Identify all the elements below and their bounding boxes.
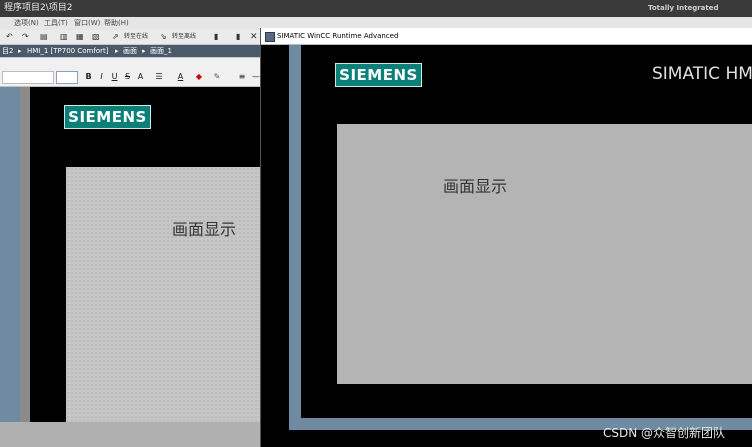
editor-status-area (0, 422, 262, 447)
undo-icon[interactable]: ↶ (6, 30, 13, 44)
line-color-icon[interactable]: ✎ (212, 71, 222, 82)
runtime-frame-stripe-left (289, 45, 301, 418)
runtime-text-field: 画面显示 (443, 177, 508, 196)
cross-ref-icon[interactable]: ▮ (236, 30, 240, 44)
menu-item-window[interactable]: 窗口(W) (74, 17, 100, 30)
line-style-icon[interactable]: ≡ (236, 71, 248, 82)
wincc-app-icon (265, 32, 275, 42)
redo-icon[interactable]: ↷ (22, 30, 29, 44)
italic-button[interactable]: I (97, 71, 106, 82)
breadcrumb-item[interactable]: HMI_1 [TP700 Comfort] (27, 45, 108, 57)
editor-frame-stripe (0, 87, 20, 422)
simulate-icon[interactable]: ▧ (92, 30, 100, 44)
breadcrumb-item[interactable]: 目2 (2, 45, 13, 57)
bold-button[interactable]: B (84, 71, 93, 82)
close-editor-button[interactable]: ✕ (250, 30, 258, 44)
download-icon[interactable]: ▥ (60, 30, 68, 44)
font-select[interactable] (2, 71, 54, 84)
csdn-watermark: CSDN @众智创新团队 (603, 426, 726, 440)
online-icon[interactable]: ⇗ (112, 30, 119, 44)
upload-icon[interactable]: ▦ (76, 30, 84, 44)
breadcrumb-separator-icon: ▸ (18, 47, 22, 55)
fill-color-icon[interactable]: ◆ (194, 71, 204, 82)
font-color-button[interactable]: A (176, 71, 185, 82)
breadcrumb-item[interactable]: 画面_1 (150, 45, 172, 57)
split-view-icon[interactable]: ▮ (214, 30, 218, 44)
breadcrumb-item[interactable]: 画面 (123, 45, 137, 57)
editor-siemens-logo[interactable]: SIEMENS (64, 105, 151, 129)
runtime-window-title: SIMATIC WinCC Runtime Advanced (277, 32, 399, 40)
menu-item-options[interactable]: 选项(N) (14, 17, 39, 30)
underline-button[interactable]: U (110, 71, 119, 82)
menu-item-help[interactable]: 帮助(H) (104, 17, 129, 30)
runtime-screen-area[interactable] (337, 124, 752, 384)
breadcrumb-separator-icon: ▸ (142, 47, 146, 55)
editor-screen-canvas[interactable] (66, 167, 262, 422)
editor-text-field[interactable]: 画面显示 (172, 216, 236, 240)
tia-project-title: 程序项目2\项目2 (4, 3, 73, 13)
go-online-button[interactable]: 转至在线 (124, 30, 148, 44)
strikethrough-button[interactable]: S (123, 71, 132, 82)
format-toolbar: B I U S A ☰ A ◆ ✎ ≡ — (0, 58, 260, 87)
align-icon[interactable]: ☰ (152, 71, 166, 82)
runtime-siemens-logo: SIEMENS (335, 63, 422, 87)
runtime-product-title: SIMATIC HMI (652, 64, 752, 84)
font-size-select[interactable] (56, 71, 78, 84)
breadcrumb-separator-icon: ▸ (115, 47, 119, 55)
line-width-icon[interactable]: — (252, 71, 260, 82)
compile-icon[interactable]: ▤ (40, 30, 48, 44)
superscript-button[interactable]: A (136, 71, 145, 82)
breadcrumb: 目2 ▸ HMI_1 [TP700 Comfort] ▸ 画面 ▸ 画面_1 (0, 45, 260, 57)
tia-titlebar: 程序项目2\项目2 Totally Integrated Automati (0, 0, 752, 29)
menu-item-tools[interactable]: 工具(T) (44, 17, 68, 30)
go-offline-button[interactable]: 转至离线 (172, 30, 196, 44)
offline-icon[interactable]: ⇘ (160, 30, 167, 44)
